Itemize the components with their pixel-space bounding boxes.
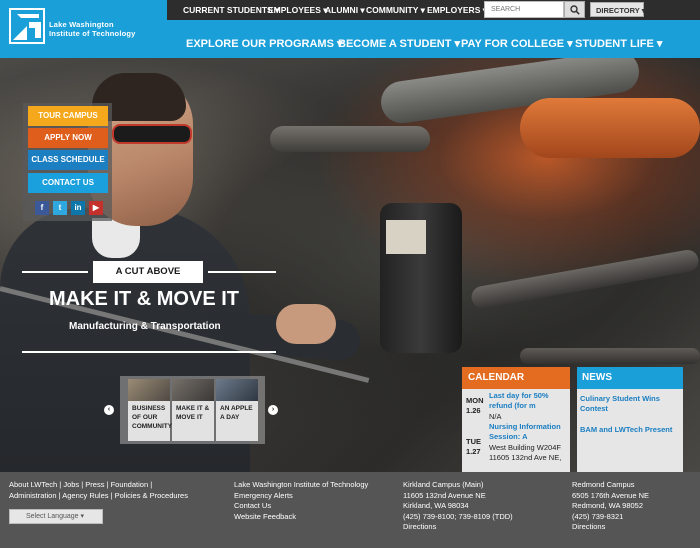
event-title[interactable]: Last day for 50% — [489, 391, 549, 401]
campus-name: Redmond Campus — [572, 480, 635, 489]
linkedin-icon[interactable]: in — [71, 201, 85, 215]
hero-photo-label — [386, 220, 426, 254]
footer-link-row[interactable]: Administration | Agency Rules | Policies… — [9, 491, 188, 502]
hero-headline[interactable]: MAKE IT & MOVE IT — [49, 288, 239, 311]
hero-tag: A CUT ABOVE — [93, 261, 203, 283]
carousel-prev-icon[interactable]: ‹ — [104, 405, 114, 415]
logo-mark-icon — [9, 8, 45, 44]
tour-campus-button[interactable]: TOUR CAMPUS — [28, 106, 108, 126]
facebook-icon[interactable]: f — [35, 201, 49, 215]
nav-pay-for-college[interactable]: PAY FOR COLLEGE ▾ — [461, 37, 573, 50]
carousel-caption: BUSINESS OF OUR COMMUNITY — [132, 405, 173, 430]
nav-alumni[interactable]: ALUMNI ▾ — [325, 5, 365, 16]
nav-become-student[interactable]: BECOME A STUDENT ▾ — [338, 37, 460, 50]
news-item[interactable]: BAM and LWTech Present — [580, 425, 680, 435]
news-title[interactable]: NEWS — [577, 367, 683, 389]
nav-employees[interactable]: EMPLOYEES ▾ — [268, 5, 328, 16]
language-select[interactable]: Select Language ▾ — [9, 509, 103, 524]
logo-line-2: Institute of Technology — [49, 29, 136, 38]
footer-institution: Lake Washington Institute of Technology — [234, 480, 369, 489]
campus-name: Kirkland Campus (Main) — [403, 480, 484, 489]
logo-line-1: Lake Washington — [49, 20, 114, 29]
footer-feedback-link[interactable]: Website Feedback — [234, 512, 368, 523]
divider-line — [22, 271, 88, 273]
event-date: MON 1.26 — [466, 396, 484, 416]
campus-directions-link[interactable]: Directions — [403, 522, 513, 533]
nav-community[interactable]: COMMUNITY ▾ — [366, 5, 425, 16]
footer-kirkland-campus: Kirkland Campus (Main) 11605 132nd Avenu… — [403, 480, 513, 533]
campus-phone: (425) 739-8100; 739-8109 (TDD) — [403, 511, 513, 521]
twitter-icon[interactable]: t — [53, 201, 67, 215]
divider-line — [208, 271, 276, 273]
apply-now-button[interactable]: APPLY NOW — [28, 128, 108, 148]
event-day: 1.27 — [466, 447, 481, 456]
campus-phone: (425) 739-8321 — [572, 511, 624, 521]
divider-line — [22, 351, 276, 353]
calendar-title[interactable]: CALENDAR — [462, 367, 570, 389]
footer-links: About LWTech | Jobs | Press | Foundation… — [9, 480, 188, 501]
news-widget: NEWS Culinary Student Wins Contest BAM a… — [577, 367, 683, 472]
utility-nav: CURRENT STUDENTS ▾ EMPLOYEES ▾ ALUMNI ▾ … — [167, 0, 700, 20]
class-schedule-button[interactable]: CLASS SCHEDULE — [28, 150, 108, 170]
event-date: TUE 1.27 — [466, 437, 481, 457]
event-detail: N/A — [489, 412, 502, 421]
carousel-item[interactable]: AN APPLE A DAY — [216, 379, 258, 441]
campus-address: 6505 176th Avenue NE — [572, 490, 650, 500]
event-day: 1.26 — [466, 406, 481, 415]
campus-city: Redmond, WA 98052 — [572, 501, 644, 510]
directory-button[interactable]: DIRECTORY ▾ — [590, 2, 645, 17]
carousel-thumbnail — [172, 379, 214, 401]
search-button[interactable] — [564, 1, 585, 18]
event-detail: West Building W204F — [489, 443, 561, 452]
story-carousel: BUSINESS OF OUR COMMUNITY MAKE IT & MOVE… — [120, 376, 265, 444]
hero-photo-pipe — [520, 348, 700, 364]
hero-photo-pipe — [270, 126, 430, 152]
footer-info: Lake Washington Institute of Technology … — [234, 480, 368, 522]
site-header: Lake Washington Institute of Technology … — [0, 0, 700, 58]
contact-us-button[interactable]: CONTACT US — [28, 173, 108, 193]
footer-contact-link[interactable]: Contact Us — [234, 501, 368, 512]
news-item[interactable]: Culinary Student Wins Contest — [580, 394, 680, 414]
search-input[interactable] — [484, 1, 564, 18]
hero-photo-hand — [276, 304, 336, 344]
footer-emergency-alerts-link[interactable]: Emergency Alerts — [234, 491, 368, 502]
carousel-thumbnail — [216, 379, 258, 401]
hero-subhead: Manufacturing & Transportation — [69, 321, 221, 332]
event-detail: 11605 132nd Ave NE, — [489, 453, 562, 462]
carousel-item[interactable]: MAKE IT & MOVE IT — [172, 379, 214, 441]
nav-student-life[interactable]: STUDENT LIFE ▾ — [575, 37, 662, 50]
footer-redmond-campus: Redmond Campus 6505 176th Avenue NE Redm… — [572, 480, 649, 533]
youtube-icon[interactable]: ▶ — [89, 201, 103, 215]
footer-link-row[interactable]: About LWTech | Jobs | Press | Foundation… — [9, 480, 188, 491]
campus-city: Kirkland, WA 98034 — [403, 501, 469, 510]
event-dow: TUE — [466, 437, 481, 446]
calendar-widget: CALENDAR MON 1.26 Last day for 50% refun… — [462, 367, 570, 472]
hero-photo-pipe — [520, 98, 700, 158]
carousel-next-icon[interactable]: › — [268, 405, 278, 415]
carousel-item[interactable]: BUSINESS OF OUR COMMUNITY — [128, 379, 173, 441]
nav-explore-programs[interactable]: EXPLORE OUR PROGRAMS ▾ — [186, 37, 342, 50]
event-dow: MON — [466, 396, 484, 405]
event-title[interactable]: refund (for m — [489, 401, 536, 411]
hero-photo-glasses — [112, 124, 192, 144]
carousel-caption: MAKE IT & MOVE IT — [176, 405, 210, 421]
campus-directions-link[interactable]: Directions — [572, 522, 649, 533]
lwtech-logo[interactable]: Lake Washington Institute of Technology — [9, 8, 149, 46]
event-title[interactable]: Session: A — [489, 432, 527, 442]
hero-photo-pipe — [469, 248, 700, 310]
nav-current-students[interactable]: CURRENT STUDENTS ▾ — [183, 5, 279, 16]
event-title[interactable]: Nursing Information — [489, 422, 561, 432]
site-footer: About LWTech | Jobs | Press | Foundation… — [0, 472, 700, 548]
search-icon — [570, 5, 580, 15]
campus-address: 11605 132nd Avenue NE — [403, 490, 486, 500]
nav-employers[interactable]: EMPLOYERS ▾ — [427, 5, 487, 16]
carousel-caption: AN APPLE A DAY — [220, 405, 253, 421]
carousel-thumbnail — [128, 379, 170, 401]
